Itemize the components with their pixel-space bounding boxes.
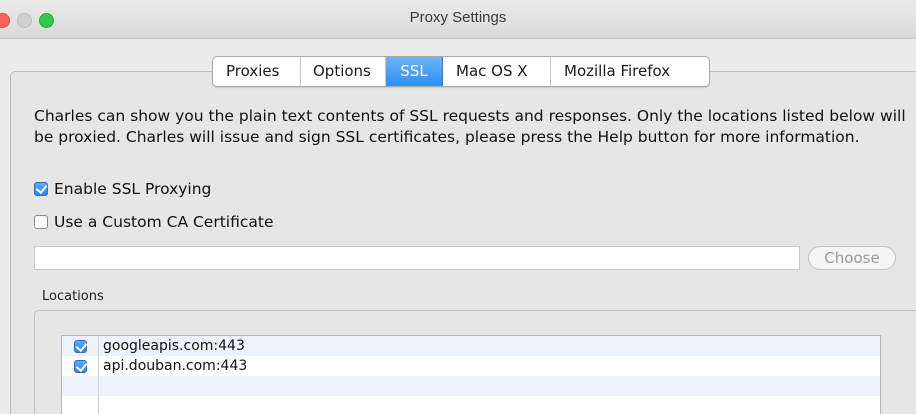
proxy-settings-window: Proxy Settings Proxies Options SSL Mac O…	[0, 0, 916, 414]
locations-table[interactable]: googleapis.com:443 api.douban.com:443	[61, 335, 881, 414]
table-row[interactable]: api.douban.com:443	[62, 356, 880, 376]
locations-label: Locations	[42, 289, 104, 304]
custom-ca-option[interactable]: Use a Custom CA Certificate	[34, 212, 273, 232]
table-cell-enabled	[62, 336, 99, 356]
choose-button[interactable]: Choose	[808, 246, 896, 270]
table-cell-empty	[62, 396, 99, 414]
tab-mozilla-firefox[interactable]: Mozilla Firefox	[551, 57, 709, 86]
location-enabled-checkbox[interactable]	[73, 359, 87, 373]
enable-ssl-proxying-checkbox[interactable]	[34, 182, 48, 196]
tab-mac-os-x[interactable]: Mac OS X	[443, 57, 551, 86]
tab-options[interactable]: Options	[301, 57, 386, 86]
ca-certificate-path-field[interactable]	[34, 246, 800, 270]
table-row[interactable]: googleapis.com:443	[62, 336, 880, 356]
ssl-description: Charles can show you the plain text cont…	[34, 107, 906, 146]
empty-table-row	[62, 376, 880, 396]
tab-bar: Proxies Options SSL Mac OS X Mozilla Fir…	[212, 56, 710, 87]
tab-proxies[interactable]: Proxies	[213, 57, 301, 86]
window-title: Proxy Settings	[409, 9, 507, 26]
tab-ssl[interactable]: SSL	[386, 57, 443, 86]
table-cell-empty	[62, 376, 99, 396]
location-host: api.douban.com:443	[103, 358, 248, 374]
table-cell-enabled	[62, 356, 99, 376]
enable-ssl-proxying-option[interactable]: Enable SSL Proxying	[34, 179, 211, 199]
title-bar: Proxy Settings	[0, 0, 916, 39]
empty-table-row	[62, 396, 880, 414]
custom-ca-checkbox[interactable]	[34, 215, 48, 229]
custom-ca-label: Use a Custom CA Certificate	[54, 213, 274, 231]
location-host: googleapis.com:443	[103, 338, 245, 354]
location-enabled-checkbox[interactable]	[73, 339, 87, 353]
enable-ssl-proxying-label: Enable SSL Proxying	[54, 180, 212, 198]
